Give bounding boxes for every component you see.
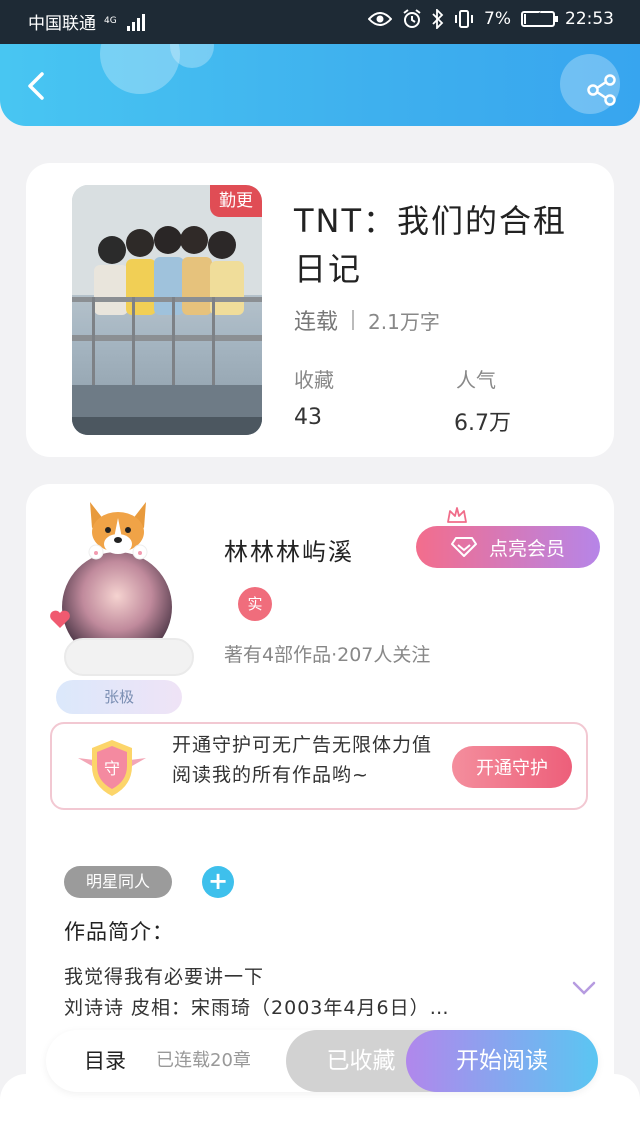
alarm-icon (403, 9, 421, 28)
author-avatar-frame[interactable]: 张极 (50, 498, 194, 714)
divider (352, 310, 355, 330)
serial-info: 连载 2.1万字 (294, 304, 440, 336)
open-guard-button[interactable]: 开通守护 (452, 746, 572, 788)
shield-icon: 守 (78, 740, 146, 796)
add-tag-button[interactable]: + (202, 866, 234, 898)
stat-label-popularity: 人气 (456, 368, 496, 392)
bottom-action-bar: 目录 已连载20章 已收藏 开始阅读 (46, 1030, 598, 1092)
guard-text: 开通守护可无广告无限体力值阅读我的所有作品哟~ (172, 734, 433, 786)
stat-value-favorites: 43 (294, 405, 322, 430)
intro-label: 作品简介： (64, 920, 174, 944)
clock: 22:53 (565, 9, 614, 29)
genre-tag[interactable]: 明星同人 (64, 866, 172, 898)
stat-value-popularity: 6.7万 (454, 411, 511, 436)
plus-icon: + (207, 867, 229, 895)
verified-badge: 实 (238, 587, 272, 621)
vip-button-label: 点亮会员 (488, 537, 565, 560)
guard-promo: 守 开通守护可无广告无限体力值阅读我的所有作品哟~ 开通守护 (50, 722, 588, 810)
cover-image (72, 185, 262, 435)
author-meta: 著有4部作品·207人关注 (224, 644, 431, 666)
charging-icon: ⚡ (533, 10, 543, 25)
serial-status: 连载 (294, 310, 339, 335)
author-card: 张极 林林林屿溪 点亮会员 实 著有4部作品·207人关注 守 开通守护可无广告… (26, 484, 614, 1124)
battery-icon: ⚡ (521, 10, 558, 27)
chevron-left-icon (28, 72, 44, 100)
vibrate-icon (455, 10, 474, 28)
heart-icon (50, 610, 70, 628)
bluetooth-icon (432, 9, 444, 29)
update-badge: 勤更 (210, 185, 262, 217)
intro-text: 我觉得我有必要讲一下 刘诗诗 皮相：宋雨琦（2003年4月6日）… (64, 962, 554, 1024)
header-bar (0, 44, 640, 126)
carrier-name: 中国联通 (28, 14, 96, 34)
network-type: 4G (104, 16, 117, 26)
chapter-count: 已连载20章 (156, 1050, 251, 1071)
share-button[interactable] (584, 72, 620, 108)
decor-bubble (100, 44, 180, 94)
signal-icon (126, 13, 145, 31)
battery-level (524, 14, 526, 24)
cloud-decoration (64, 638, 194, 676)
eye-icon (368, 12, 393, 26)
stat-label-favorites: 收藏 (294, 368, 334, 392)
crown-icon (447, 507, 467, 523)
vip-button[interactable]: 点亮会员 (416, 526, 600, 568)
battery-percent: 7% (484, 9, 511, 29)
chevron-down-icon[interactable] (570, 978, 598, 998)
shield-text: 守 (104, 759, 120, 778)
start-reading-button[interactable]: 开始阅读 (406, 1030, 598, 1092)
book-info-card: 勤更 TNT：我们的合租日记 连载 2.1万字 收藏 43 人气 6.7万 (26, 163, 614, 457)
intro-line: 刘诗诗 皮相：宋雨琦（2003年4月6日）… (64, 997, 450, 1019)
diamond-icon (450, 537, 477, 557)
toc-button[interactable]: 目录 (84, 1030, 126, 1092)
back-button[interactable] (18, 66, 54, 106)
author-name[interactable]: 林林林屿溪 (224, 532, 354, 567)
share-icon (587, 74, 616, 106)
author-title-badge: 张极 (56, 680, 182, 714)
book-cover[interactable]: 勤更 (72, 185, 262, 435)
word-count: 2.1万字 (368, 309, 440, 334)
status-bar: 中国联通 4G 7% ⚡ 22:53 (0, 0, 640, 44)
corgi-decoration-icon (88, 502, 148, 560)
intro-line: 我觉得我有必要讲一下 (64, 966, 265, 988)
book-title: TNT：我们的合租日记 (294, 202, 568, 288)
